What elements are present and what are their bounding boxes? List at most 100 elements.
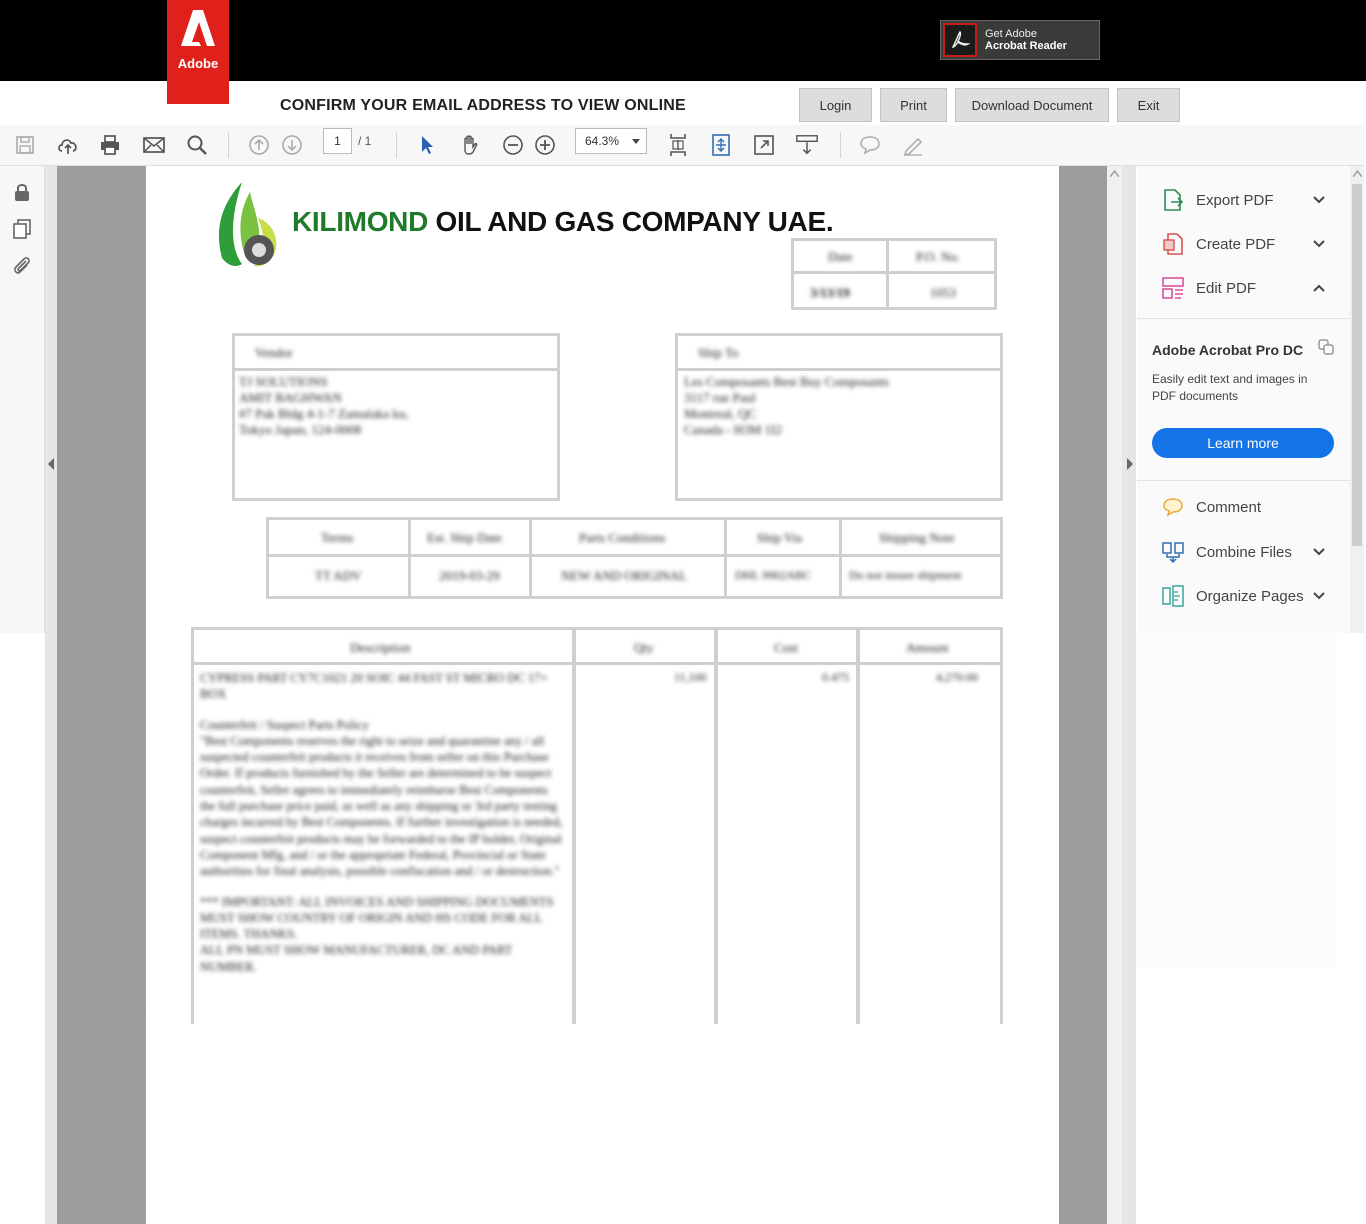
page-down-icon[interactable] (280, 133, 304, 157)
adobe-logo: Adobe (167, 0, 229, 104)
vendor-line: AMIT BAGHWAN (239, 390, 342, 405)
lock-icon[interactable] (11, 181, 33, 203)
item-amount: 4,270.00 (936, 670, 978, 684)
terms-value: DHL 9902ABC (735, 568, 811, 582)
promo-description: Easily edit text and images in PDF docum… (1152, 372, 1308, 403)
date-po-table: Date P.O. No. 3/13/19 1053 (791, 238, 997, 310)
zoom-out-icon[interactable] (501, 133, 525, 157)
terms-header: Shipping Note (879, 530, 955, 545)
tool-export-pdf[interactable]: Export PDF (1160, 187, 1274, 213)
item-qty: 11,100 (674, 670, 707, 684)
tool-create-pdf[interactable]: Create PDF (1160, 231, 1275, 257)
toolbar-divider (840, 132, 841, 158)
vendor-line: TJ SOLUTIONS (239, 374, 328, 389)
download-document-button[interactable]: Download Document (955, 88, 1109, 122)
panel-divider (1137, 318, 1350, 319)
chevron-down-icon[interactable] (1312, 237, 1326, 251)
get-acrobat-reader-button[interactable]: Get Adobe Acrobat Reader (940, 20, 1100, 60)
collapse-left-icon (48, 458, 54, 470)
pdf-page: KILIMOND OIL AND GAS COMPANY UAE. Date P… (146, 166, 1059, 1224)
date-header: Date (828, 249, 853, 264)
learn-more-button[interactable]: Learn more (1152, 428, 1334, 458)
hand-icon[interactable] (458, 133, 482, 157)
chevron-up-icon[interactable] (1312, 281, 1326, 295)
ship-to-line: Canada - H3M 1I2 (684, 422, 782, 437)
po-header: P.O. No. (916, 249, 961, 264)
tools-panel-scrollbar[interactable] (1350, 166, 1364, 633)
terms-header: Ship Via (757, 530, 802, 545)
zoom-in-icon[interactable] (533, 133, 557, 157)
exit-button[interactable]: Exit (1117, 88, 1180, 122)
terms-header: Parts Conditions (579, 530, 666, 545)
item-note: Counterfeit / Suspect Parts Policy (200, 717, 369, 732)
ship-to-line: 3117 rue Paul (684, 390, 756, 405)
vendor-line: #7 Pak Bldg 4-1-7 Zamalaka ku, (239, 406, 409, 421)
copy-icon[interactable] (1318, 339, 1334, 355)
terms-header: Est. Ship Date (427, 530, 502, 545)
search-icon[interactable] (185, 133, 209, 157)
tool-organize-pages[interactable]: Organize Pages (1160, 583, 1304, 609)
company-name: KILIMOND OIL AND GAS COMPANY UAE. (292, 206, 834, 238)
scrollbar-thumb[interactable] (1352, 184, 1362, 546)
tool-label: Create PDF (1196, 235, 1276, 253)
page-boundary-line (119, 1011, 146, 1012)
ship-to-box: Ship To Les Composants Best Buy Composan… (675, 333, 1003, 501)
tool-combine-files[interactable]: Combine Files (1160, 539, 1292, 565)
print-icon[interactable] (98, 133, 122, 157)
upload-icon[interactable] (56, 133, 80, 157)
right-panel-collapser[interactable] (1122, 166, 1136, 1224)
attachment-icon[interactable] (11, 254, 33, 276)
sign-icon[interactable] (901, 133, 925, 157)
tools-panel-lower (1137, 633, 1335, 968)
save-icon[interactable] (13, 133, 37, 157)
chevron-down-icon[interactable] (1312, 545, 1326, 559)
edit-pdf-icon (1160, 276, 1186, 300)
fit-page-icon[interactable] (666, 133, 690, 157)
chevron-down-icon[interactable] (1312, 589, 1326, 603)
select-arrow-icon[interactable] (415, 133, 439, 157)
item-description: CYPRESS PART CY7C1021 20 SOIC 44 FAST ST… (200, 671, 548, 702)
login-button[interactable]: Login (799, 88, 872, 122)
items-header: Amount (906, 640, 949, 655)
comment-bubble-icon (1160, 495, 1186, 519)
terms-table: Terms Est. Ship Date Parts Conditions Sh… (266, 517, 1003, 599)
scroll-up-icon[interactable] (1110, 170, 1119, 178)
document-scrollbar[interactable] (1107, 166, 1122, 1224)
tool-label: Edit PDF (1196, 279, 1257, 297)
terms-value: TT ADV (315, 568, 362, 583)
comment-icon[interactable] (858, 133, 882, 157)
read-mode-icon[interactable] (795, 133, 819, 157)
zoom-level-value: 64.3% (585, 134, 620, 148)
ship-to-line: Les Composants Best Buy Composants (684, 374, 890, 389)
ship-to-header: Ship To (698, 345, 739, 360)
organize-pages-icon (1160, 584, 1186, 608)
chevron-down-icon (632, 139, 640, 144)
adobe-logo-text: Adobe (177, 56, 219, 71)
tool-label: Organize Pages (1196, 587, 1304, 605)
pages-icon[interactable] (11, 218, 33, 240)
item-note: ALL PN MUST SHOW MANUFACTURER, DC AND PA… (200, 943, 513, 974)
page-number-input[interactable]: 1 (323, 128, 352, 154)
tool-edit-pdf[interactable]: Edit PDF (1160, 275, 1256, 301)
zoom-level-select[interactable]: 64.3% (575, 128, 647, 154)
item-cost: 0.475 (822, 670, 849, 684)
chevron-down-icon[interactable] (1312, 193, 1326, 207)
combine-files-icon (1160, 540, 1186, 564)
panel-divider (1137, 480, 1350, 481)
full-screen-icon[interactable] (752, 133, 776, 157)
document-viewer-margin-left (57, 166, 146, 1224)
item-description-cell: CYPRESS PART CY7C1021 20 SOIC 44 FAST ST… (200, 670, 564, 975)
scroll-mode-icon[interactable] (709, 133, 733, 157)
email-icon[interactable] (142, 133, 166, 157)
po-value: 1053 (930, 285, 956, 300)
left-panel-collapser[interactable] (45, 166, 57, 1224)
vendor-box: Vendor TJ SOLUTIONS AMIT BAGHWAN #7 Pak … (232, 333, 560, 501)
tool-comment[interactable]: Comment (1160, 494, 1261, 520)
vendor-line: Tokyo Japan, 124-0008 (239, 422, 362, 437)
promo-title: Adobe Acrobat Pro DC (1152, 342, 1304, 358)
print-button[interactable]: Print (880, 88, 947, 122)
page-up-icon[interactable] (247, 133, 271, 157)
scroll-up-icon[interactable] (1353, 170, 1362, 178)
terms-value: Do not insure shipment (849, 568, 962, 582)
vendor-header: Vendor (255, 345, 293, 360)
